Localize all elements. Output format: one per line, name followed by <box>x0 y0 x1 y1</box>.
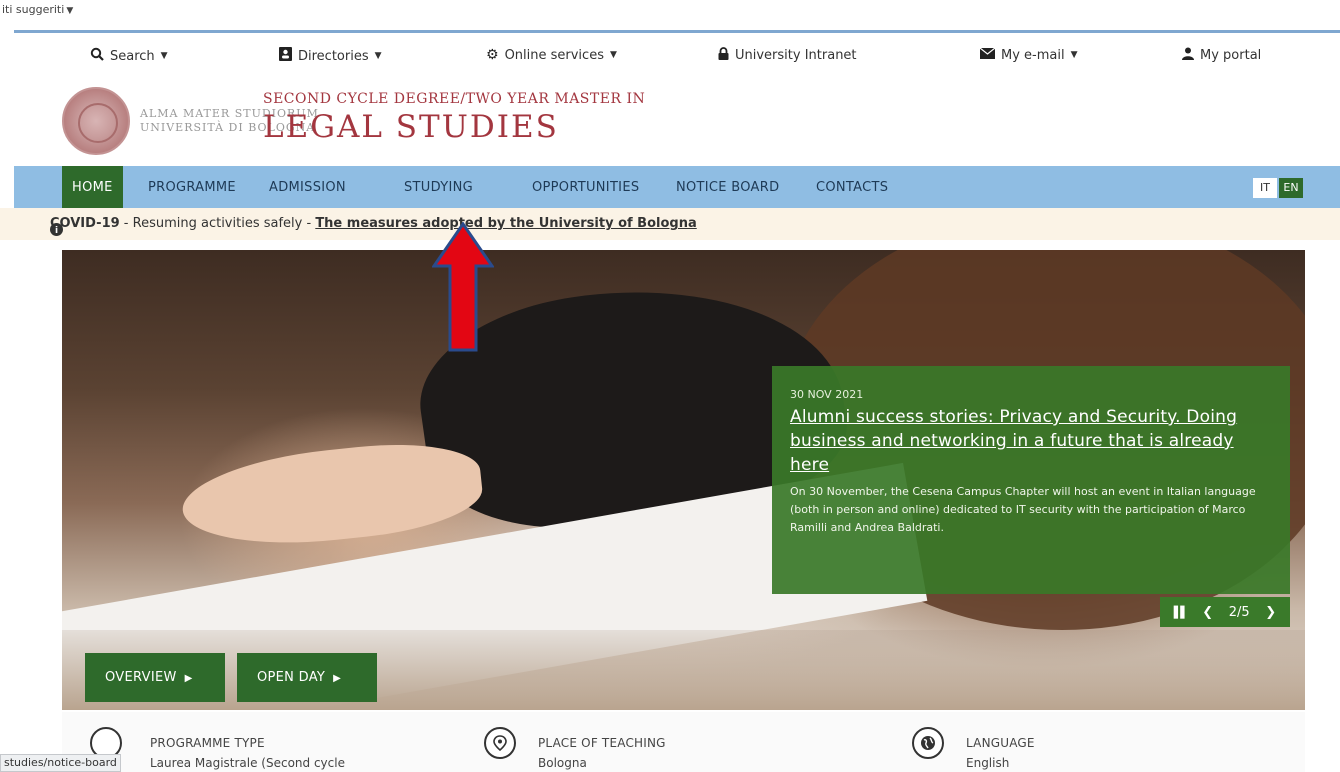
pause-icon[interactable]: ▌▌ <box>1174 606 1189 619</box>
chevron-right-icon[interactable]: ❯ <box>1265 605 1276 620</box>
covid-text: - Resuming activities safely - <box>119 216 316 231</box>
covid-measures-link[interactable]: The measures adopted by the University o… <box>315 216 696 231</box>
online-services-label: Online services <box>504 47 604 63</box>
play-icon: ▶ <box>184 673 193 684</box>
programme-type-value: Laurea Magistrale (Second cycle <box>150 756 345 770</box>
slider-controls: ▌▌ ❮ 2/5 ❯ <box>1160 597 1290 627</box>
language-en-button[interactable]: EN <box>1279 178 1303 198</box>
envelope-icon <box>979 47 996 63</box>
degree-title[interactable]: LEGAL STUDIES <box>263 109 559 145</box>
university-seal-logo[interactable] <box>62 87 130 155</box>
slide-counter: 2/5 <box>1228 604 1250 620</box>
email-menu[interactable]: My e-mail ▼ <box>979 47 1078 63</box>
nav-notice-board[interactable]: NOTICE BOARD <box>666 166 789 208</box>
overview-button[interactable]: OVERVIEW ▶ <box>85 653 225 702</box>
place-heading: PLACE OF TEACHING <box>538 736 666 750</box>
hero-hand-shape <box>178 434 486 556</box>
language-it-button[interactable]: IT <box>1253 178 1277 198</box>
chevron-left-icon[interactable]: ❮ <box>1202 605 1213 620</box>
nav-programme[interactable]: PROGRAMME <box>138 166 246 208</box>
news-box: 30 NOV 2021 Alumni success stories: Priv… <box>772 366 1290 594</box>
globe-icon <box>912 727 944 759</box>
news-body: On 30 November, the Cesena Campus Chapte… <box>790 485 1256 534</box>
bookmarks-bar: iti suggeriti ▼ <box>0 0 1340 24</box>
covid-banner: i COVID-19 - Resuming activities safely -… <box>0 208 1340 240</box>
nav-studying[interactable]: STUDYING <box>394 166 483 208</box>
main-nav: HOME PROGRAMME ADMISSION STUDYING OPPORT… <box>14 166 1340 208</box>
programme-type-heading: PROGRAMME TYPE <box>150 736 265 750</box>
portal-label: My portal <box>1200 48 1262 63</box>
nav-contacts[interactable]: CONTACTS <box>806 166 898 208</box>
annotation-arrow-icon <box>432 222 494 352</box>
overview-label: OVERVIEW <box>105 670 177 685</box>
programme-info-strip: PROGRAMME TYPE Laurea Magistrale (Second… <box>62 712 1305 772</box>
user-icon <box>1182 47 1194 64</box>
language-heading: LANGUAGE <box>966 736 1035 750</box>
news-date: 30 NOV 2021 <box>790 388 864 401</box>
map-pin-icon <box>484 727 516 759</box>
play-icon: ▶ <box>333 673 342 684</box>
site-header: ALMA MATER STUDIORUM UNIVERSITÀ DI BOLOG… <box>14 79 1340 166</box>
email-label: My e-mail <box>1001 47 1065 63</box>
news-title-link[interactable]: Alumni success stories: Privacy and Secu… <box>790 405 1272 477</box>
directories-menu[interactable]: Directories ▼ <box>279 47 382 65</box>
search-menu[interactable]: Search ▼ <box>90 47 168 65</box>
caret-down-icon: ▼ <box>160 51 168 61</box>
open-day-label: OPEN DAY <box>257 670 326 685</box>
search-icon <box>90 47 104 65</box>
address-book-icon <box>279 47 292 65</box>
directories-label: Directories <box>298 48 369 64</box>
search-label: Search <box>110 48 155 64</box>
info-icon: i <box>50 223 63 236</box>
nav-admission[interactable]: ADMISSION <box>259 166 356 208</box>
place-value: Bologna <box>538 756 587 770</box>
intranet-label: University Intranet <box>735 48 857 63</box>
bookmarks-label[interactable]: iti suggeriti <box>2 3 64 16</box>
caret-down-icon: ▼ <box>1070 50 1078 60</box>
caret-down-icon: ▼ <box>374 51 382 61</box>
online-services-menu[interactable]: ⚙ Online services ▼ <box>486 47 617 63</box>
lock-icon <box>718 47 729 64</box>
open-day-button[interactable]: OPEN DAY ▶ <box>237 653 377 702</box>
nav-opportunities[interactable]: OPPORTUNITIES <box>522 166 649 208</box>
language-value: English <box>966 756 1010 770</box>
browser-status-bar: studies/notice-board <box>0 754 121 772</box>
intranet-link[interactable]: University Intranet <box>718 47 857 64</box>
degree-subtitle: SECOND CYCLE DEGREE/TWO YEAR MASTER IN <box>263 91 646 107</box>
nav-home[interactable]: HOME <box>62 166 123 208</box>
caret-down-icon[interactable]: ▼ <box>66 6 73 16</box>
caret-down-icon: ▼ <box>609 50 617 60</box>
portal-link[interactable]: My portal <box>1182 47 1261 64</box>
utility-bar: Search ▼ Directories ▼ ⚙ Online services… <box>14 33 1340 79</box>
gears-icon: ⚙ <box>486 47 499 63</box>
